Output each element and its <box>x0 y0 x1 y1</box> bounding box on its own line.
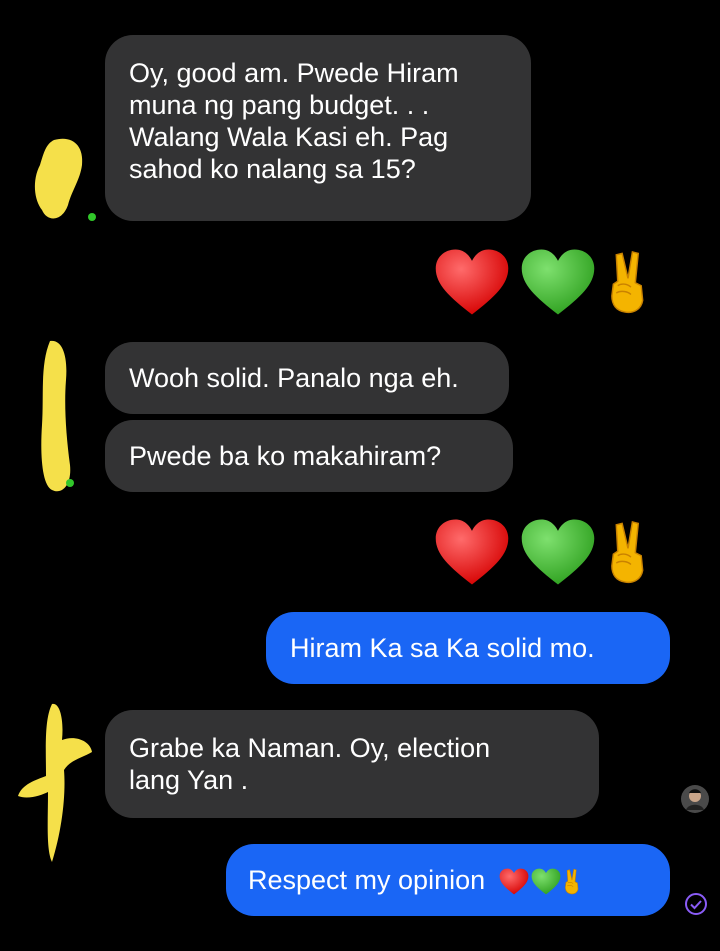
emoji-reply-row[interactable] <box>434 248 650 316</box>
message-text: Pwede ba ko makahiram? <box>129 441 442 471</box>
message-text: Hiram Ka sa Ka solid mo. <box>290 633 595 663</box>
redacted-avatar-2 <box>41 340 74 492</box>
message-text: Wooh solid. Panalo nga eh. <box>129 363 459 393</box>
victory-hand-icon <box>563 868 581 895</box>
redacted-avatar-3 <box>18 703 92 862</box>
green-heart-icon <box>520 518 596 586</box>
green-heart-icon <box>520 248 596 316</box>
red-heart-icon <box>434 248 510 316</box>
message-bubble-incoming[interactable]: Wooh solid. Panalo nga eh. <box>105 342 509 414</box>
message-bubble-outgoing[interactable]: Respect my opinion <box>226 844 670 916</box>
message-text: Grabe ka Naman. Oy, election lang Yan . <box>129 733 491 795</box>
redacted-avatar-1 <box>34 138 96 221</box>
message-text: Respect my opinion <box>248 865 486 895</box>
message-text: Oy, good am. Pwede Hiram muna ng pang bu… <box>129 58 459 184</box>
victory-hand-icon <box>606 249 650 315</box>
seen-by-avatar <box>681 785 709 813</box>
green-heart-icon <box>531 868 561 895</box>
message-bubble-incoming[interactable]: Pwede ba ko makahiram? <box>105 420 513 492</box>
victory-hand-icon <box>606 519 650 585</box>
message-bubble-incoming[interactable]: Grabe ka Naman. Oy, election lang Yan . <box>105 710 599 818</box>
red-heart-icon <box>499 868 529 895</box>
sent-check-icon <box>685 893 707 915</box>
emoji-reply-row[interactable] <box>434 518 650 586</box>
message-bubble-outgoing[interactable]: Hiram Ka sa Ka solid mo. <box>266 612 670 684</box>
red-heart-icon <box>434 518 510 586</box>
message-bubble-incoming[interactable]: Oy, good am. Pwede Hiram muna ng pang bu… <box>105 35 531 221</box>
emoji-group <box>499 868 581 895</box>
